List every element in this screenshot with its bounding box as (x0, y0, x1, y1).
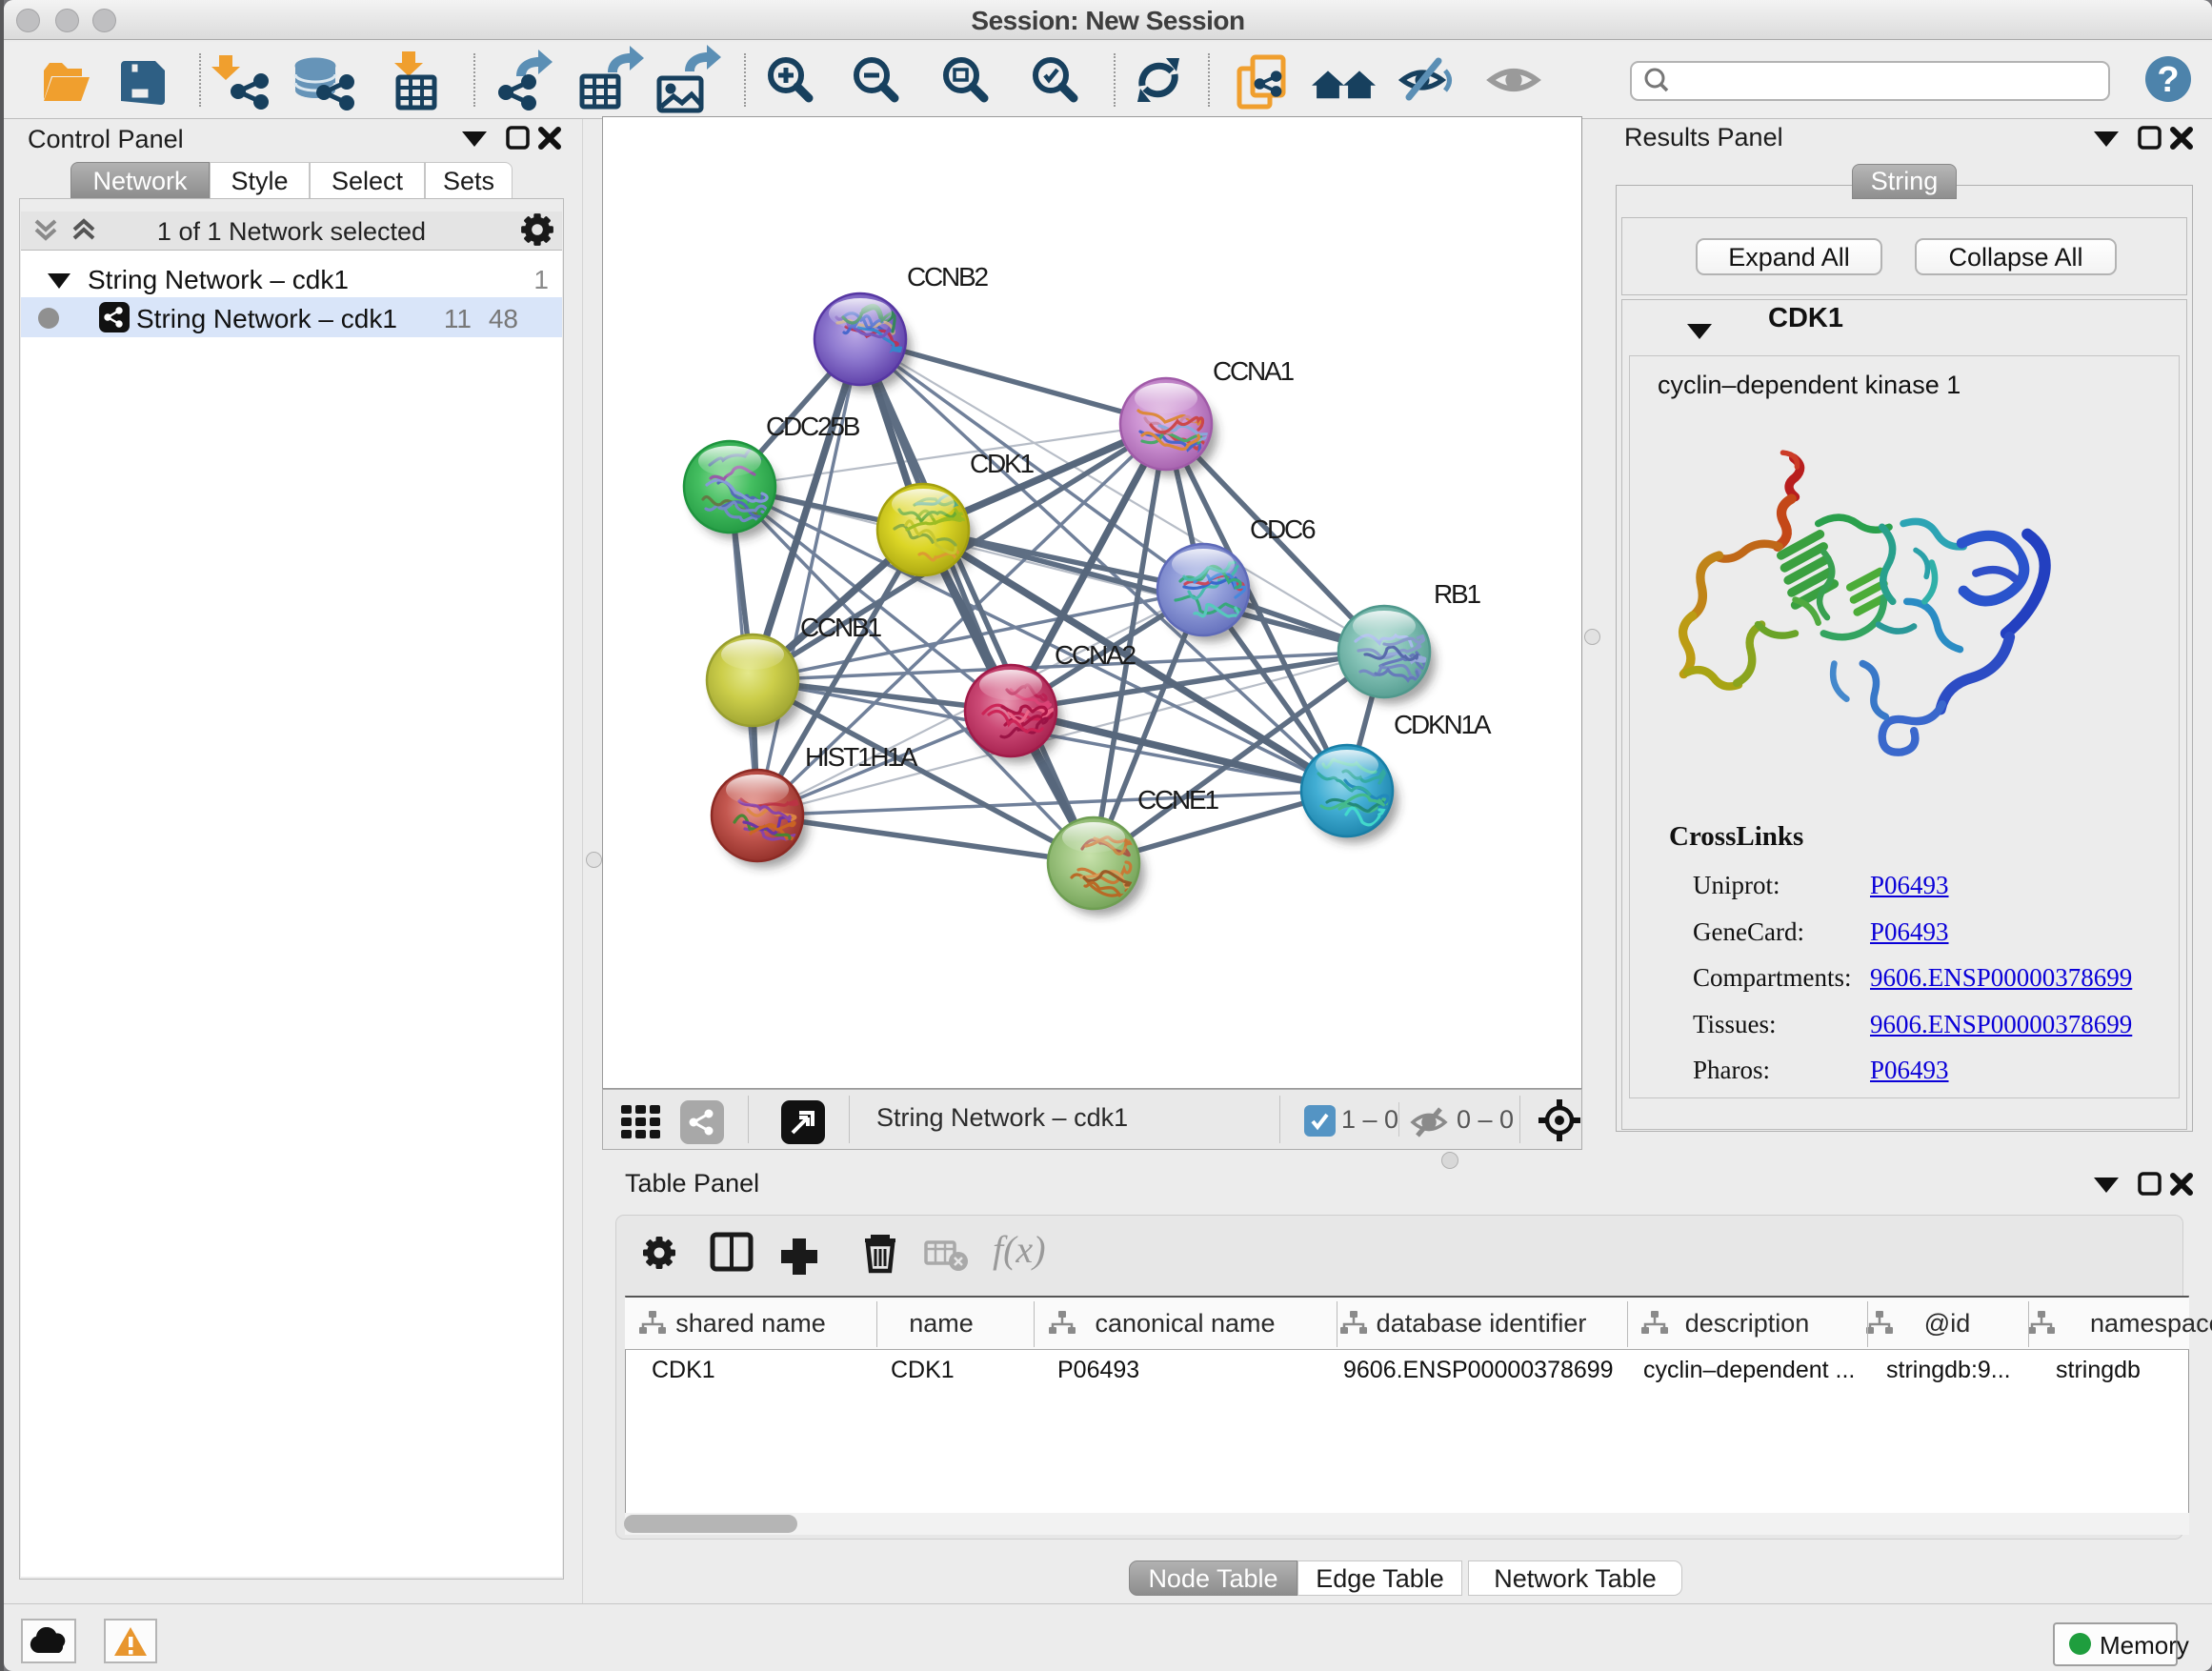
svg-text:CCNE1: CCNE1 (1137, 785, 1219, 815)
svg-text:HIST1H1A: HIST1H1A (805, 742, 918, 772)
svg-text:CDC25B: CDC25B (766, 412, 860, 441)
svg-text:CCNB1: CCNB1 (800, 613, 882, 642)
svg-text:CCNA2: CCNA2 (1055, 640, 1136, 670)
svg-text:CCNA1: CCNA1 (1213, 356, 1295, 386)
svg-text:CDC6: CDC6 (1250, 514, 1316, 544)
svg-text:CDK1: CDK1 (970, 449, 1035, 478)
svg-text:CCNB2: CCNB2 (907, 262, 989, 292)
svg-text:?: ? (2157, 60, 2179, 100)
svg-text:RB1: RB1 (1434, 579, 1480, 609)
svg-text:CDKN1A: CDKN1A (1394, 710, 1492, 739)
